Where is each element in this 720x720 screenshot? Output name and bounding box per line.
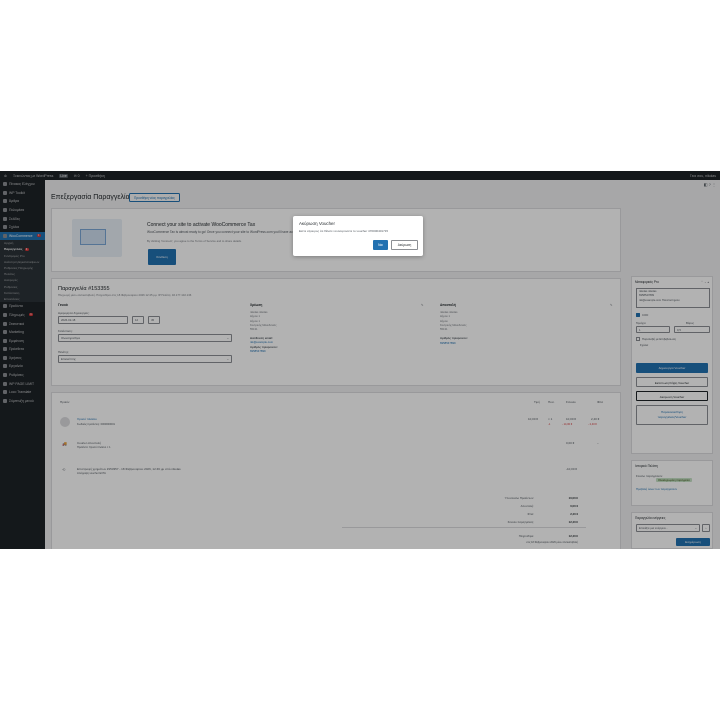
dialog-yes-button[interactable]: Ναι (373, 240, 388, 250)
cancel-voucher-dialog: Ακύρωση Voucher Είστε σίγουρος ότι θέλετ… (293, 216, 423, 256)
dialog-cancel-button[interactable]: Ακύρωση (391, 240, 418, 250)
dialog-message: Είστε σίγουρος ότι θέλετε να ακυρώσετε τ… (299, 229, 389, 233)
admin-window: ⊛ Ξεκινώντας με WordPress Live ✉ 0 + Προ… (0, 171, 720, 549)
dialog-title: Ακύρωση Voucher (299, 221, 335, 226)
